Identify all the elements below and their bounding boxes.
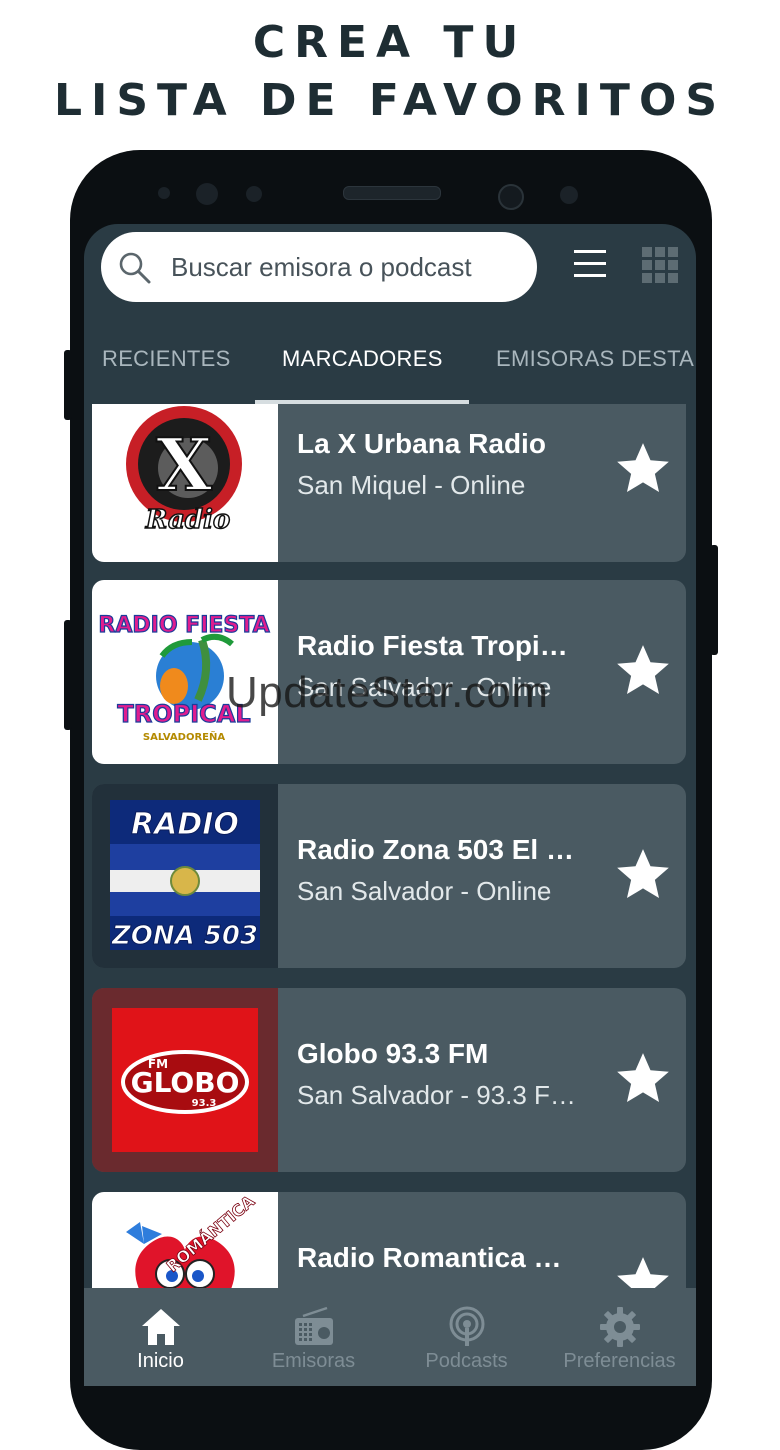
phone-sensor xyxy=(246,186,262,202)
station-title: Radio Fiesta Tropi… xyxy=(297,630,568,661)
phone-sensor xyxy=(560,186,578,204)
station-logo-image: RADIO ZONA 503 xyxy=(110,800,260,952)
nav-label: Emisoras xyxy=(271,1350,356,1372)
radio-icon xyxy=(295,1306,333,1345)
gear-icon xyxy=(600,1307,640,1347)
station-card[interactable]: ROMÁNTICA Radio Romantica … xyxy=(92,1192,686,1288)
nav-preferencias[interactable]: Preferencias xyxy=(543,1288,696,1386)
tab-bar: RECIENTES MARCADORES EMISORAS DESTA xyxy=(84,324,696,404)
nav-label: Inicio xyxy=(137,1350,184,1372)
phone-speaker xyxy=(343,186,441,200)
star-icon[interactable] xyxy=(612,844,674,906)
promo-line-2: LISTA DE FAVORITOS xyxy=(53,75,727,126)
station-logo-image: RADIO FIESTA TROPICAL SALVADOREÑA xyxy=(98,612,270,743)
phone-side-button xyxy=(64,620,72,730)
station-logo-image: X Radio xyxy=(126,406,242,536)
logo-text: TROPICAL xyxy=(117,700,250,728)
search-icon xyxy=(119,252,151,284)
grid-icon[interactable] xyxy=(641,246,679,284)
station-logo: RADIO ZONA 503 xyxy=(92,784,278,968)
bottom-navigation: Inicio Emisoras Podcasts Preferencias xyxy=(84,1288,696,1386)
station-card[interactable]: X Radio La X Urbana Radio San Miquel - O… xyxy=(92,404,686,562)
station-subtitle: San Miquel - Online xyxy=(297,470,526,500)
nav-label: Preferencias xyxy=(563,1350,676,1372)
station-title: Radio Romantica … xyxy=(297,1242,562,1273)
station-subtitle: San Salvador - Online xyxy=(297,672,552,702)
nav-label: Podcasts xyxy=(425,1350,508,1372)
star-icon[interactable] xyxy=(612,1048,674,1110)
station-subtitle: San Salvador - Online xyxy=(297,876,552,906)
home-icon xyxy=(142,1309,180,1345)
nav-emisoras[interactable]: Emisoras xyxy=(237,1288,390,1386)
phone-side-button xyxy=(710,545,718,655)
phone-front-camera xyxy=(498,184,524,210)
station-card[interactable]: RADIO ZONA 503 Radio Zona 503 El … San S… xyxy=(92,784,686,968)
station-logo: RADIO FIESTA TROPICAL SALVADOREÑA xyxy=(92,580,278,764)
phone-sensor xyxy=(158,187,170,199)
menu-icon[interactable] xyxy=(572,246,608,282)
logo-text: GLOBO xyxy=(131,1066,240,1099)
station-title: Radio Zona 503 El … xyxy=(297,834,574,865)
station-card[interactable]: FM GLOBO 93.3 Globo 93.3 FM San Salvador… xyxy=(92,988,686,1172)
station-title: La X Urbana Radio xyxy=(297,428,546,459)
station-logo-image: ROMÁNTICA xyxy=(126,1192,259,1288)
logo-text: SALVADOREÑA xyxy=(143,730,225,743)
bookmarks-list: X Radio La X Urbana Radio San Miquel - O… xyxy=(84,404,696,1288)
logo-text: 93.3 xyxy=(192,1098,217,1109)
station-logo: FM GLOBO 93.3 xyxy=(92,988,278,1172)
podcast-icon xyxy=(449,1306,485,1346)
phone-side-button xyxy=(64,350,72,420)
star-icon[interactable] xyxy=(612,640,674,702)
station-title: Globo 93.3 FM xyxy=(297,1038,489,1069)
logo-text: Radio xyxy=(145,505,230,535)
station-subtitle: San Salvador - 93.3 F… xyxy=(297,1080,576,1110)
nav-inicio[interactable]: Inicio xyxy=(84,1288,237,1386)
app-screen: RECIENTES MARCADORES EMISORAS DESTA X Ra… xyxy=(84,224,696,1386)
logo-text: X xyxy=(156,422,212,507)
tab-recientes[interactable]: RECIENTES xyxy=(102,346,231,372)
phone-sensor xyxy=(196,183,218,205)
station-card[interactable]: RADIO FIESTA TROPICAL SALVADOREÑA Radio … xyxy=(92,580,686,764)
logo-text: ZONA 503 xyxy=(111,921,258,951)
star-icon[interactable] xyxy=(612,438,674,500)
star-icon[interactable] xyxy=(612,1252,674,1288)
logo-text: RADIO FIESTA xyxy=(98,613,269,638)
station-logo: X Radio xyxy=(92,404,278,562)
station-logo-image: FM GLOBO 93.3 xyxy=(112,1008,258,1152)
promo-headline: CREA TU LISTA DE FAVORITOS xyxy=(0,14,780,130)
station-logo: ROMÁNTICA xyxy=(92,1192,278,1288)
logo-text: RADIO xyxy=(131,807,239,842)
tab-marcadores[interactable]: MARCADORES xyxy=(282,346,443,372)
tab-emisoras-destacadas[interactable]: EMISORAS DESTA xyxy=(496,346,694,372)
promo-line-1: CREA TU xyxy=(252,17,528,68)
search-bar[interactable] xyxy=(101,232,537,302)
nav-podcasts[interactable]: Podcasts xyxy=(390,1288,543,1386)
search-input[interactable] xyxy=(171,246,521,288)
